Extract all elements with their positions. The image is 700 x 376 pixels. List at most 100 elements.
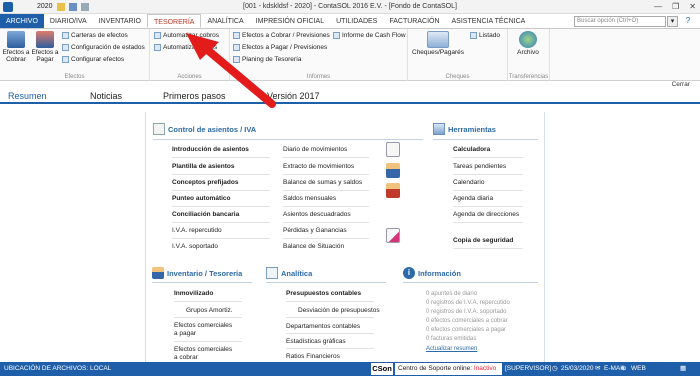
link-efectos-cobrar[interactable]: Efectos comerciales a cobrar: [174, 346, 234, 362]
ef-cobrar-prev-button[interactable]: Efectos a Cobrar / Previsiones: [233, 32, 330, 39]
link-inmovilizado[interactable]: Inmovilizado: [174, 290, 213, 297]
web-link[interactable]: WEB: [631, 362, 646, 376]
ribbon-caption-informes: Informes: [306, 74, 331, 80]
info-efectos-cobrar: 0 efectos comerciales a cobrar: [426, 318, 508, 324]
link-calculadora[interactable]: Calculadora: [453, 146, 490, 153]
link-agenda-diaria[interactable]: Agenda diaria: [453, 195, 493, 202]
user-blue-icon[interactable]: [386, 163, 400, 178]
carteras-button[interactable]: Carteras de efectos: [62, 32, 128, 39]
email-icon: ✉: [595, 365, 601, 372]
link-conciliacion-bancaria[interactable]: Conciliación bancaria: [172, 211, 239, 218]
close-panel-link[interactable]: Cerrar: [672, 81, 690, 88]
link-agenda-direcciones[interactable]: Agenda de direcciones: [453, 211, 519, 218]
automatizar-cobros-button[interactable]: Automatizar cobros: [154, 32, 219, 39]
link-estadisticas-graficas[interactable]: Estadísticas gráficas: [286, 338, 346, 345]
cson-logo[interactable]: CSon: [371, 363, 393, 375]
folder-icon[interactable]: [56, 2, 65, 11]
link-grupos-amortiz[interactable]: Grupos Amortiz.: [186, 307, 233, 314]
menu-utilidades[interactable]: UTILIDADES: [330, 14, 383, 28]
actualizar-resumen-link[interactable]: Actualizar resumen: [426, 346, 477, 352]
divider: [403, 282, 538, 283]
divider: [174, 341, 242, 342]
divider: [152, 282, 252, 283]
divider: [283, 206, 369, 207]
link-desviacion-presupuestos[interactable]: Desviación de presupuestos: [298, 307, 380, 314]
link-asientos-descuadrados[interactable]: Asientos descuadrados: [283, 211, 351, 218]
divider: [266, 282, 386, 283]
link-balance-sumas-saldos[interactable]: Balance de sumas y saldos: [283, 179, 362, 186]
link-tareas-pendientes[interactable]: Tareas pendientes: [453, 163, 506, 170]
support-status[interactable]: Centro de Soporte online: Inactivo: [395, 363, 502, 375]
archivo-button[interactable]: Archivo: [514, 31, 542, 56]
link-saldos-mensuales[interactable]: Saldos mensuales: [283, 195, 336, 202]
restore-button[interactable]: ❐: [672, 2, 679, 11]
menu-impresion-oficial[interactable]: IMPRESIÓN OFICIAL: [250, 14, 330, 28]
menu-tesoreria[interactable]: TESORERÍA: [147, 14, 202, 28]
info-facturas-emitidas: 0 facturas emitidas: [426, 336, 477, 342]
divider: [153, 139, 423, 140]
tab-primeros-pasos[interactable]: Primeros pasos: [163, 90, 226, 103]
help-icon[interactable]: ?: [682, 16, 694, 27]
divider: [433, 139, 538, 140]
planing-tesoreria-button[interactable]: Planing de Tesorería: [233, 56, 302, 63]
link-copia-seguridad[interactable]: Copia de seguridad: [453, 237, 513, 244]
tab-version-2017[interactable]: Versión 2017: [267, 90, 320, 103]
undo-icon[interactable]: [80, 2, 89, 11]
link-perdidas-ganancias[interactable]: Pérdidas y Ganancias: [283, 227, 347, 234]
config-estados-button[interactable]: Configuración de estados: [62, 44, 145, 51]
cheques-pagares-label: Cheques/Pagarés: [412, 49, 465, 56]
tab-noticias[interactable]: Noticias: [90, 90, 122, 103]
ef-pagar-prev-button[interactable]: Efectos a Pagar / Previsiones: [233, 44, 327, 51]
grip-icon[interactable]: ▦: [680, 362, 686, 376]
menu-facturacion[interactable]: FACTURACIÓN: [383, 14, 445, 28]
link-balance-situacion[interactable]: Balance de Situación: [283, 243, 344, 250]
menu-analitica[interactable]: ANALÍTICA: [201, 14, 249, 28]
automatizar-pagos-button[interactable]: Automatizar pagos: [154, 44, 217, 51]
link-iva-soportado[interactable]: I.V.A. soportado: [172, 243, 218, 250]
link-ratios-financieros[interactable]: Ratios Financieros: [286, 353, 340, 360]
ribbon-group-cheques: Cheques/Pagarés Listado Cheques: [408, 29, 508, 81]
informe-cash-flow-button[interactable]: Informe de Cash Flow: [333, 32, 406, 39]
link-iva-repercutido[interactable]: I.V.A. repercutido: [172, 227, 222, 234]
chart-doc-icon: [266, 267, 278, 279]
document-icon[interactable]: [386, 142, 400, 157]
efectos-cobrar-button[interactable]: Efectos a Cobrar: [2, 31, 30, 63]
link-departamentos-contables[interactable]: Departamentos contables: [286, 323, 360, 330]
link-conceptos-prefijados[interactable]: Conceptos prefijados: [172, 179, 238, 186]
save-icon[interactable]: [68, 2, 77, 11]
planing-label: Planing de Tesorería: [242, 56, 302, 63]
link-diario-movimientos[interactable]: Diario de movimientos: [283, 146, 347, 153]
link-punteo-automatico[interactable]: Punteo automático: [172, 195, 231, 202]
report-icon: [233, 44, 240, 51]
menu-diario-iva[interactable]: DIARIO/IVA: [44, 14, 93, 28]
link-extracto-movimientos[interactable]: Extracto de movimientos: [283, 163, 354, 170]
menu-asistencia-tecnica[interactable]: ASISTENCIA TÉCNICA: [446, 14, 532, 28]
menu-inventario[interactable]: INVENTARIO: [93, 14, 147, 28]
link-efectos-pagar[interactable]: Efectos comerciales a pagar: [174, 322, 234, 338]
year-selector[interactable]: 2020: [37, 3, 53, 10]
listado-label: Listado: [479, 32, 500, 39]
search-dropdown-button[interactable]: ▾: [667, 16, 678, 27]
search-input[interactable]: Buscar opción (Ctrl+O): [574, 16, 666, 27]
user-red-icon[interactable]: [386, 183, 400, 198]
link-calendario[interactable]: Calendario: [453, 179, 484, 186]
menu-archivo[interactable]: ARCHIVO: [0, 14, 44, 28]
efectos-pagar-button[interactable]: Efectos a Pagar: [31, 31, 59, 63]
support-state: Inactivo: [473, 365, 497, 372]
ribbon-caption-transferencias: Transferencias: [508, 74, 549, 80]
listado-button[interactable]: Listado: [470, 32, 500, 39]
section-informacion-label: Información: [418, 268, 461, 278]
link-introduccion-asientos[interactable]: Introducción de asientos: [172, 146, 249, 153]
status-location: UBICACIÓN DE ARCHIVOS: LOCAL: [4, 365, 112, 372]
gear-icon: [62, 56, 69, 63]
ribbon-group-acciones: Automatizar cobros Automatizar pagos Acc…: [150, 29, 230, 81]
document-edit-icon[interactable]: [386, 228, 400, 243]
config-efectos-button[interactable]: Configurar efectos: [62, 56, 124, 63]
user-coins-icon: [7, 31, 25, 48]
link-presupuestos-contables[interactable]: Presupuestos contables: [286, 290, 361, 297]
minimize-button[interactable]: —: [654, 2, 662, 11]
tab-resumen[interactable]: Resumen: [8, 90, 47, 103]
link-plantilla-asientos[interactable]: Plantilla de asientos: [172, 163, 235, 170]
cheques-pagares-button[interactable]: Cheques/Pagarés: [412, 31, 464, 56]
close-button[interactable]: ✕: [689, 2, 696, 11]
